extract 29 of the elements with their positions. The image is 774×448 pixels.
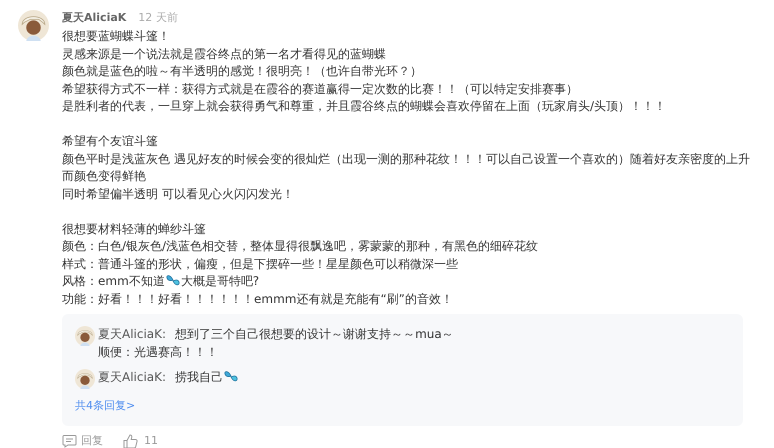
comment-text: 大概是哥特吧? <box>180 274 260 288</box>
butterfly-icon <box>224 370 238 383</box>
butterfly-icon <box>166 274 180 287</box>
reply-text: 顺便：光遇赛高！！！ <box>98 344 218 358</box>
more-replies-link[interactable]: 共4条回复> <box>75 399 136 413</box>
reply-text: 捞我自己 <box>175 370 224 384</box>
comment-text: 希望有个友谊斗篷 <box>62 134 158 148</box>
comment-text: 是胜利者的代表，一旦穿上就会获得勇气和尊重，并且霞谷终点的蝴蝶会喜欢停留在上面（玩家肩头/头顶）！！！ <box>62 99 666 113</box>
comment-text: 很想要材料轻薄的蝉纱斗篷 <box>62 222 206 236</box>
comment-text: 功能：好看！！！好看！！！！！！emmm还有就是充能有“刷”的音效！ <box>62 292 453 306</box>
avatar <box>75 326 95 346</box>
avatar <box>18 10 49 41</box>
reply-author[interactable]: 夏天AliciaK: <box>98 369 166 386</box>
comment-text: 颜色：白色/银灰色/浅蓝色相交替，整体显得很飘逸吧，雾蒙蒙的那种，有黑色的细碎花纹 <box>62 239 538 253</box>
avatar <box>75 369 95 389</box>
comment-text: 颜色就是蓝色的啦～有半透明的感觉！很明亮！（也许自带光环？） <box>62 64 422 78</box>
thumbs-up-icon <box>123 434 138 448</box>
comment-text: 灵感来源是一个说法就是霞谷终点的第一名才看得见的蓝蝴蝶 <box>62 46 386 60</box>
comment-text: 样式：普通斗篷的形状，偏瘦，但是下摆碎一些！星星颜色可以稍微深一些 <box>62 256 458 270</box>
comment-text: 很想要蓝蝴蝶斗篷！ <box>62 29 170 43</box>
comment-text: 同时希望偏半透明 可以看见心火闪闪发光！ <box>62 186 294 200</box>
author-name[interactable]: 夏天AliciaK <box>62 10 126 26</box>
comment-text: 风格：emm不知道 <box>62 274 165 288</box>
reply-author[interactable]: 夏天AliciaK: <box>98 326 166 344</box>
comment-icon <box>62 434 77 448</box>
reply-text: 想到了三个自己很想要的设计～谢谢支持～～mua～ <box>175 327 454 341</box>
comment-text: 颜色平时是浅蓝灰色 遇见好友的时候会变的很灿烂（出现一测的那种花纹！！！可以自己设置一个喜欢的）随着好友亲密度的上升而颜色变得鲜艳 <box>62 152 750 183</box>
comment-text: 希望获得方式不一样：获得方式就是在霞谷的赛道赢得一定次数的比赛！！（可以特定安排赛事） <box>62 82 578 96</box>
comment-time: 12 天前 <box>138 10 178 26</box>
